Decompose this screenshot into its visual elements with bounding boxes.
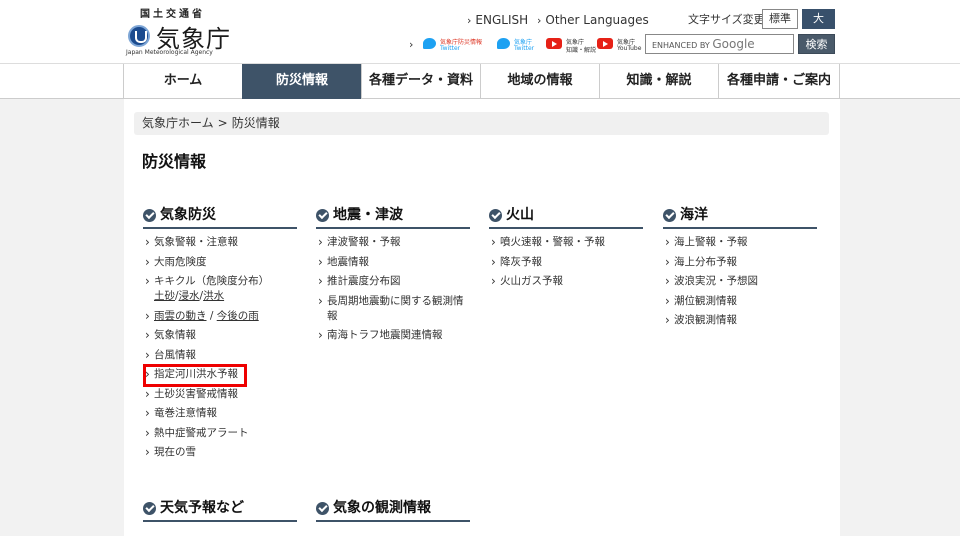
global-nav: ホーム 防災情報 各種データ・資料 地域の情報 知識・解説 各種申請・ご案内 (0, 63, 960, 99)
section-heading: 天気予報など (143, 498, 297, 522)
chevron-right-icon: › (409, 38, 414, 51)
chevron-right-icon: › (537, 14, 542, 27)
link-kikikuru-flood[interactable]: 洪水 (203, 290, 224, 302)
site-header: 国土交通省 気象庁 Japan Meteorological Agency › E… (0, 0, 960, 63)
breadcrumb-home-link[interactable]: 気象庁ホーム (142, 116, 214, 130)
check-circle-icon (143, 209, 156, 222)
link-heatstroke-alert[interactable]: 熱中症警戒アラート (143, 426, 297, 441)
check-circle-icon (663, 209, 676, 222)
link-tsunami-warning[interactable]: 津波警報・予報 (316, 235, 470, 250)
jma-logo[interactable]: 国土交通省 気象庁 Japan Meteorological Agency (126, 5, 236, 60)
check-circle-icon (489, 209, 502, 222)
section-heading: 海洋 (663, 205, 817, 229)
breadcrumb: 気象庁ホーム > 防災情報 (134, 112, 829, 135)
link-marine-warning[interactable]: 海上警報・予報 (663, 235, 817, 250)
font-standard-button[interactable]: 標準 (762, 9, 798, 29)
section-observation: 気象の観測情報 (316, 498, 470, 522)
section-forecast: 天気予報など (143, 498, 297, 522)
section-ocean: 海洋 海上警報・予報 海上分布予報 波浪実況・予想図 潮位観測情報 波浪観測情報 (663, 205, 817, 333)
youtube-icon (546, 38, 562, 49)
section-heading: 気象の観測情報 (316, 498, 470, 522)
nav-data[interactable]: 各種データ・資料 (361, 64, 480, 99)
link-nankai-trough[interactable]: 南海トラフ地震関連情報 (316, 328, 470, 343)
highlight-box (143, 364, 247, 387)
other-languages-link[interactable]: › Other Languages (537, 13, 649, 27)
sns-youtube-knowledge-link[interactable]: 気象庁 知識・解説 (546, 35, 604, 55)
link-kikikuru-inundation[interactable]: 浸水 (179, 290, 200, 302)
link-future-rain[interactable]: 今後の雨 (217, 310, 259, 322)
link-volcanic-gas[interactable]: 火山ガス予報 (489, 274, 643, 289)
link-seismic-intensity-map[interactable]: 推計震度分布図 (316, 274, 470, 289)
link-heavy-rain-risk[interactable]: 大雨危険度 (143, 255, 297, 270)
page-title: 防災情報 (142, 152, 207, 171)
link-earthquake-info[interactable]: 地震情報 (316, 255, 470, 270)
check-circle-icon (316, 502, 329, 515)
link-tide-observation[interactable]: 潮位観測情報 (663, 294, 817, 309)
nav-disaster-info[interactable]: 防災情報 (242, 64, 361, 99)
section-heading: 火山 (489, 205, 643, 229)
section-volcano: 火山 噴火速報・警報・予報 降灰予報 火山ガス予報 (489, 205, 643, 294)
section-heading: 地震・津波 (316, 205, 470, 229)
link-kikikuru-landslide[interactable]: 土砂 (154, 290, 175, 302)
nav-regional[interactable]: 地域の情報 (480, 64, 599, 99)
breadcrumb-current: 防災情報 (231, 116, 280, 130)
link-current-snow[interactable]: 現在の雪 (143, 445, 297, 460)
link-kikikuru[interactable]: キキクル（危険度分布） 土砂/浸水/洪水 (143, 274, 297, 304)
font-large-button[interactable]: 大 (802, 9, 835, 29)
section-earthquake-tsunami: 地震・津波 津波警報・予報 地震情報 推計震度分布図 長周期地震動に関する観測情… (316, 205, 470, 348)
link-marine-distribution[interactable]: 海上分布予報 (663, 255, 817, 270)
ministry-label: 国土交通省 (140, 9, 205, 20)
section-heading: 気象防災 (143, 205, 297, 229)
agency-name-en: Japan Meteorological Agency (126, 49, 213, 56)
check-circle-icon (316, 209, 329, 222)
link-landslide-alert[interactable]: 土砂災害警戒情報 (143, 387, 297, 402)
link-weather-info[interactable]: 気象情報 (143, 328, 297, 343)
link-wave-observation[interactable]: 波浪観測情報 (663, 313, 817, 328)
jma-emblem-icon (128, 25, 150, 47)
search-input[interactable]: ENHANCED BY Google (645, 34, 794, 54)
link-rain-cloud[interactable]: 雨雲の動き / 今後の雨 (143, 309, 297, 324)
search-button[interactable]: 検索 (798, 34, 835, 54)
youtube-icon (597, 38, 613, 49)
main-content: 気象庁ホーム>防災情報 防災情報 気象防災 気象警報・注意報 大雨危険度 キキク… (124, 99, 840, 536)
chevron-right-icon: › (467, 14, 472, 27)
nav-knowledge[interactable]: 知識・解説 (599, 64, 718, 99)
twitter-icon (423, 38, 436, 49)
section-weather-disaster: 気象防災 気象警報・注意報 大雨危険度 キキクル（危険度分布） 土砂/浸水/洪水… (143, 205, 297, 465)
nav-divider (839, 64, 840, 99)
link-eruption-alert[interactable]: 噴火速報・警報・予報 (489, 235, 643, 250)
sns-bosai-twitter-link[interactable]: 気象庁防災情報 Twitter (423, 35, 482, 55)
google-wordmark: Google (712, 37, 755, 51)
check-circle-icon (143, 502, 156, 515)
twitter-icon (497, 38, 510, 49)
english-link[interactable]: › ENGLISH (467, 13, 528, 27)
nav-home[interactable]: ホーム (123, 64, 242, 99)
font-size-label: 文字サイズ変更 (688, 13, 765, 26)
link-wave-chart[interactable]: 波浪実況・予想図 (663, 274, 817, 289)
nav-applications[interactable]: 各種申請・ご案内 (718, 64, 839, 99)
link-tornado-info[interactable]: 竜巻注意情報 (143, 406, 297, 421)
link-weather-warnings[interactable]: 気象警報・注意報 (143, 235, 297, 250)
link-ashfall-forecast[interactable]: 降灰予報 (489, 255, 643, 270)
link-long-period-motion[interactable]: 長周期地震動に関する観測情報 (316, 294, 470, 324)
link-typhoon-info[interactable]: 台風情報 (143, 348, 297, 363)
